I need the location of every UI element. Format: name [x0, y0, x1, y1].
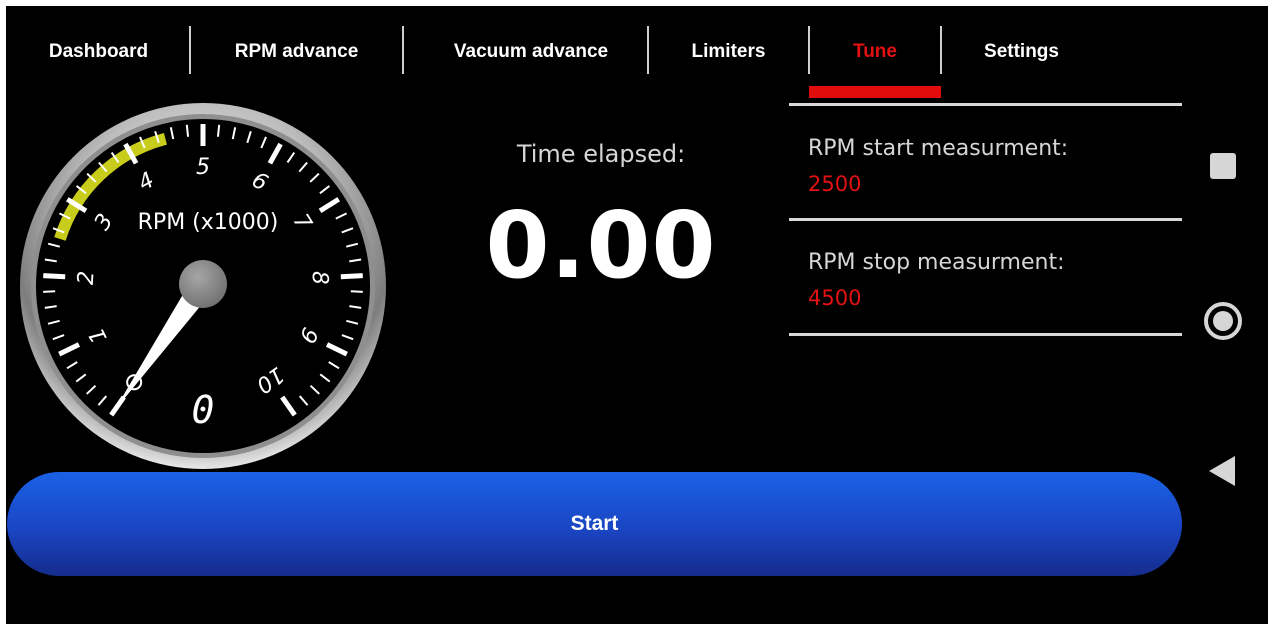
gauge-tick-label: 2	[74, 270, 100, 285]
tab-vacuum-advance[interactable]: Vacuum advance	[416, 6, 646, 98]
gauge-minor-tick	[216, 124, 221, 137]
start-button-label: Start	[570, 512, 619, 535]
gauge-major-tick	[43, 273, 66, 280]
gauge-minor-tick	[350, 290, 363, 293]
home-circle-icon[interactable]	[1204, 302, 1242, 340]
gauge-minor-tick	[43, 290, 56, 293]
tab-active-indicator	[809, 86, 941, 98]
tab-divider	[647, 26, 649, 74]
tab-rpm-advance-label: RPM advance	[234, 41, 359, 62]
app-screen: Dashboard RPM advance Vacuum advance Lim…	[6, 6, 1268, 624]
rpm-stop-label: RPM stop measurment:	[808, 250, 1065, 275]
divider	[789, 333, 1182, 336]
tab-settings-label: Settings	[984, 41, 1059, 62]
back-triangle-icon[interactable]	[1209, 456, 1235, 486]
time-elapsed-value: 0.00	[485, 192, 717, 299]
rpm-gauge: 12345678910 RPM (x1000) 0	[20, 103, 386, 469]
tab-dashboard[interactable]: Dashboard	[26, 6, 171, 98]
time-elapsed-label: Time elapsed:	[516, 140, 686, 168]
tab-divider	[402, 26, 404, 74]
tab-limiters[interactable]: Limiters	[661, 6, 796, 98]
divider	[789, 218, 1182, 221]
tab-limiters-label: Limiters	[691, 41, 766, 62]
tab-bar: Dashboard RPM advance Vacuum advance Lim…	[6, 6, 1196, 106]
tab-vacuum-advance-label: Vacuum advance	[453, 41, 609, 62]
tab-dashboard-label: Dashboard	[48, 41, 149, 62]
gauge-major-tick	[340, 273, 363, 280]
gauge-tick-label: 5	[196, 155, 210, 180]
tab-divider	[189, 26, 191, 74]
gauge-readout: 0	[192, 388, 215, 432]
gauge-hub	[179, 260, 227, 308]
recents-square-icon[interactable]	[1210, 153, 1236, 179]
tab-rpm-advance[interactable]: RPM advance	[204, 6, 389, 98]
start-button[interactable]: Start	[7, 472, 1182, 576]
rpm-start-label: RPM start measurment:	[808, 136, 1069, 161]
tab-divider	[940, 26, 942, 74]
gauge-tick-label: 8	[306, 270, 332, 285]
gauge-minor-tick	[185, 124, 190, 137]
tab-settings[interactable]: Settings	[954, 6, 1089, 98]
gauge-unit-label: RPM (x1000)	[138, 210, 279, 235]
divider	[789, 103, 1182, 106]
rpm-stop-value[interactable]: 4500	[808, 286, 861, 310]
rpm-start-value[interactable]: 2500	[808, 172, 861, 196]
tab-tune[interactable]: Tune	[809, 6, 941, 98]
tab-tune-label: Tune	[853, 41, 897, 62]
